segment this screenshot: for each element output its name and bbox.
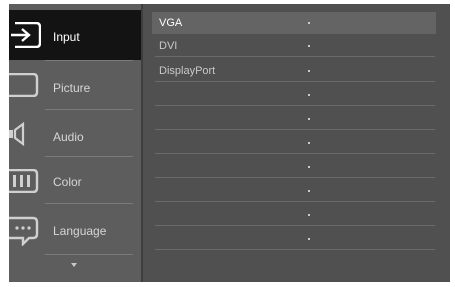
option-row-empty[interactable] (155, 84, 435, 106)
option-row-displayport[interactable]: DisplayPort (155, 60, 435, 82)
option-indicator-dot (308, 45, 310, 47)
main-menu: Input Picture Audio Color Language (9, 4, 141, 282)
input-options-panel: VGA DVI DisplayPort (143, 4, 450, 282)
menu-label-picture: Picture (53, 81, 91, 95)
menu-label-audio: Audio (53, 130, 84, 144)
input-icon (11, 22, 41, 48)
option-row-empty[interactable] (155, 108, 435, 130)
option-label: VGA (159, 17, 183, 29)
row-divider (155, 201, 435, 202)
option-indicator-dot (308, 118, 310, 120)
row-divider (155, 249, 435, 250)
menu-item-input[interactable]: Input (9, 10, 141, 60)
option-row-empty[interactable] (155, 156, 435, 178)
option-indicator-dot (308, 94, 310, 96)
option-indicator-dot (308, 166, 310, 168)
option-indicator-dot (308, 238, 310, 240)
option-row-empty[interactable] (155, 180, 435, 202)
row-divider (155, 105, 435, 106)
option-row-empty[interactable] (155, 132, 435, 154)
menu-label-input: Input (53, 30, 80, 44)
menu-item-audio[interactable]: Audio (9, 110, 141, 160)
row-divider (155, 129, 435, 130)
option-row-empty[interactable] (155, 228, 435, 250)
row-divider (155, 225, 435, 226)
osd-panel: Input Picture Audio Color Language VGA D… (9, 4, 450, 282)
option-row-empty[interactable] (155, 204, 435, 226)
option-indicator-dot (308, 190, 310, 192)
row-divider (155, 153, 435, 154)
row-divider (155, 177, 435, 178)
menu-item-color[interactable]: Color (9, 157, 141, 207)
menu-separator (45, 254, 133, 255)
option-row-vga[interactable]: VGA (152, 12, 436, 34)
color-icon (9, 169, 39, 193)
row-divider (155, 56, 435, 57)
menu-item-picture[interactable]: Picture (9, 61, 141, 111)
menu-label-color: Color (53, 175, 82, 189)
menu-label-language: Language (53, 224, 107, 238)
option-indicator-dot (308, 22, 310, 24)
option-indicator-dot (308, 214, 310, 216)
chevron-down-icon[interactable] (71, 263, 77, 267)
row-divider (155, 81, 435, 82)
option-label: DisplayPort (159, 65, 216, 77)
menu-item-language[interactable]: Language (9, 204, 141, 254)
option-indicator-dot (308, 70, 310, 72)
option-label: DVI (159, 40, 178, 52)
picture-icon (9, 73, 39, 97)
option-indicator-dot (308, 142, 310, 144)
audio-icon (9, 122, 25, 146)
language-icon (9, 216, 39, 246)
option-row-dvi[interactable]: DVI (155, 35, 435, 57)
